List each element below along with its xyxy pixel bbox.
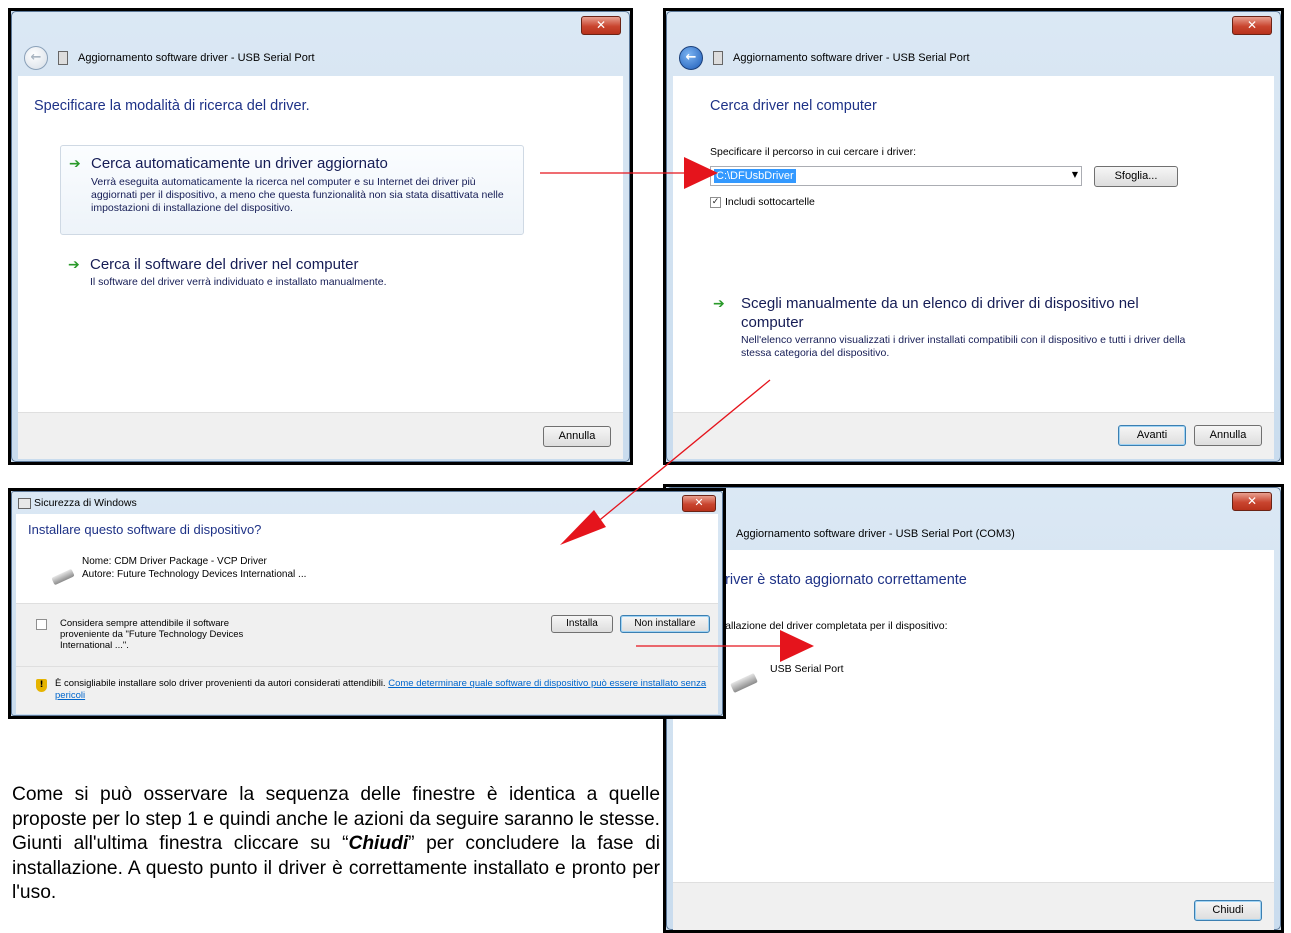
option-title: Cerca il software del driver nel compute… xyxy=(90,256,359,273)
driver-update-window-browse: ✕ ← Aggiornamento software driver - USB … xyxy=(663,8,1284,465)
dialog-actions: Considera sempre attendibile il software… xyxy=(16,603,718,667)
path-label: Specificare il percorso in cui cercare i… xyxy=(710,146,916,158)
paragraph-emphasis: Chiudi xyxy=(348,833,409,854)
shield-warning-icon: ! xyxy=(36,679,47,692)
include-subfolders-checkbox[interactable]: ✓ xyxy=(710,197,721,208)
option-auto-search[interactable]: ➔ Cerca automaticamente un driver aggior… xyxy=(60,145,524,235)
option-title: Scegli manualmente da un elenco di drive… xyxy=(741,295,1139,331)
window-icon xyxy=(18,498,31,509)
path-value: C:\DFUsbDriver xyxy=(714,169,796,183)
wizard-footer: Annulla xyxy=(18,412,623,459)
wizard-footer: Chiudi xyxy=(673,882,1274,930)
wizard-content: driver è stato aggiornato correttamente … xyxy=(673,550,1274,882)
nav-title: Aggiornamento software driver - USB Seri… xyxy=(78,52,315,64)
driver-update-window-search-mode: ✕ ← Aggiornamento software driver - USB … xyxy=(8,8,633,465)
trust-publisher-checkbox[interactable] xyxy=(36,619,47,630)
window-frame: Sicurezza di Windows ✕ Installare questo… xyxy=(11,491,723,716)
window-frame: ✕ ← Aggiornamento software driver - USB … xyxy=(11,11,630,462)
dialog-content: Installare questo software di dispositiv… xyxy=(16,514,718,603)
close-button[interactable]: ✕ xyxy=(682,495,716,512)
close-icon: ✕ xyxy=(694,496,704,509)
wizard-footer: Avanti Annulla xyxy=(673,412,1274,459)
window-frame: ✕ Aggiornamento software driver - USB Se… xyxy=(666,487,1281,930)
navigation-bar: Aggiornamento software driver - USB Seri… xyxy=(673,516,1274,552)
path-combobox[interactable]: C:\DFUsbDriver ▼ xyxy=(710,166,1082,186)
close-icon: ✕ xyxy=(1246,18,1258,32)
option-description: Verrà eseguita automaticamente la ricerc… xyxy=(91,176,504,214)
dropdown-icon[interactable]: ▼ xyxy=(1072,170,1078,179)
device-name: USB Serial Port xyxy=(770,663,844,675)
instruction-paragraph: Come si può osservare la sequenza delle … xyxy=(12,783,660,906)
navigation-bar: ← Aggiornamento software driver - USB Se… xyxy=(18,40,623,76)
title-bar: Sicurezza di Windows ✕ xyxy=(12,492,722,514)
option-description: Il software del driver verrà individuato… xyxy=(90,276,387,288)
green-arrow-icon: ➔ xyxy=(68,257,80,273)
green-arrow-icon: ➔ xyxy=(713,296,725,312)
wizard-content: Cerca driver nel computer Specificare il… xyxy=(673,76,1274,412)
windows-security-dialog: Sicurezza di Windows ✕ Installare questo… xyxy=(8,488,726,719)
usb-device-icon xyxy=(730,672,758,694)
nav-title: Aggiornamento software driver - USB Seri… xyxy=(733,52,970,64)
warning-text: È consigliabile installare solo driver p… xyxy=(55,678,715,702)
back-arrow-icon: ← xyxy=(685,50,697,65)
warning-message: È consigliabile installare solo driver p… xyxy=(55,678,386,689)
trust-publisher-label: Considera sempre attendibile il software… xyxy=(60,618,244,651)
page-heading: driver è stato aggiornato correttamente xyxy=(717,572,967,588)
wizard-content: Specificare la modalità di ricerca del d… xyxy=(18,76,623,412)
option-pick-from-list[interactable]: ➔ Scegli manualmente da un elenco di dri… xyxy=(713,291,1233,371)
usb-device-icon xyxy=(58,51,68,65)
back-arrow-icon: ← xyxy=(30,50,42,65)
completed-label: stallazione del driver completata per il… xyxy=(717,620,948,632)
nav-title: Aggiornamento software driver - USB Seri… xyxy=(736,528,1015,540)
usb-device-icon xyxy=(51,568,75,586)
publisher-author: Autore: Future Technology Devices Intern… xyxy=(82,569,307,580)
close-icon: ✕ xyxy=(1246,494,1258,508)
close-wizard-button[interactable]: Chiudi xyxy=(1194,900,1262,921)
window-frame: ✕ ← Aggiornamento software driver - USB … xyxy=(666,11,1281,462)
cancel-button[interactable]: Annulla xyxy=(543,426,611,447)
back-button[interactable]: ← xyxy=(679,46,703,70)
navigation-bar: ← Aggiornamento software driver - USB Se… xyxy=(673,40,1274,76)
cancel-button[interactable]: Annulla xyxy=(1194,425,1262,446)
back-button[interactable]: ← xyxy=(24,46,48,70)
window-title: Sicurezza di Windows xyxy=(34,497,137,509)
include-subfolders-label: Includi sottocartelle xyxy=(725,196,815,208)
driver-update-window-completed: ✕ Aggiornamento software driver - USB Se… xyxy=(663,484,1284,933)
page-heading: Specificare la modalità di ricerca del d… xyxy=(34,98,310,114)
page-heading: Cerca driver nel computer xyxy=(710,98,877,114)
green-arrow-icon: ➔ xyxy=(69,156,81,172)
option-description: Nell'elenco verranno visualizzati i driv… xyxy=(741,334,1186,359)
usb-device-icon xyxy=(713,51,723,65)
close-button[interactable]: ✕ xyxy=(1232,492,1272,511)
browse-button[interactable]: Sfoglia... xyxy=(1094,166,1178,187)
publisher-name: Nome: CDM Driver Package - VCP Driver xyxy=(82,556,267,567)
next-button[interactable]: Avanti xyxy=(1118,425,1186,446)
dialog-heading: Installare questo software di dispositiv… xyxy=(28,522,262,537)
close-icon: ✕ xyxy=(595,18,607,32)
install-button[interactable]: Installa xyxy=(551,615,613,633)
option-browse-computer[interactable]: ➔ Cerca il software del driver nel compu… xyxy=(60,252,524,302)
close-button[interactable]: ✕ xyxy=(581,16,621,35)
warning-bar: ! È consigliabile installare solo driver… xyxy=(16,666,718,714)
option-title: Cerca automaticamente un driver aggiorna… xyxy=(91,155,388,172)
close-button[interactable]: ✕ xyxy=(1232,16,1272,35)
dont-install-button[interactable]: Non installare xyxy=(620,615,710,633)
